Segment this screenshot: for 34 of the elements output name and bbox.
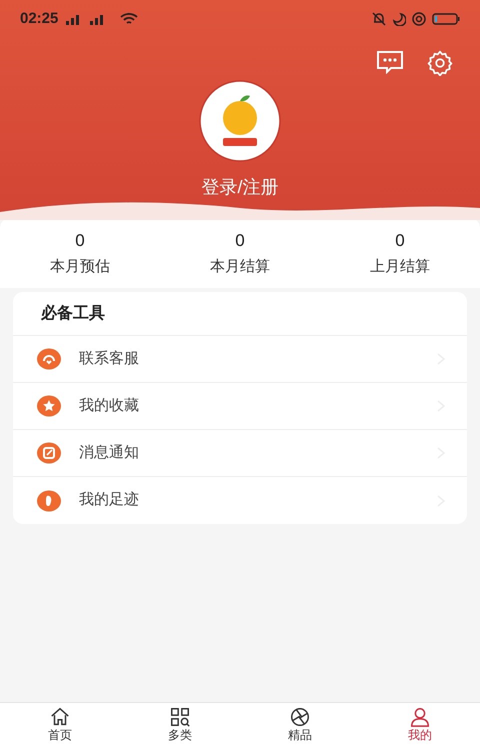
favorite-icon [35, 394, 63, 418]
tool-label: 联系客服 [79, 348, 140, 369]
tool-label: 我的收藏 [79, 396, 140, 416]
status-time: 02:25 [20, 8, 58, 29]
tool-list-item[interactable]: 我的收藏 [13, 383, 467, 430]
home-icon [49, 706, 71, 728]
stat-value: 0 [235, 230, 245, 252]
wifi-icon [120, 12, 138, 26]
profile-icon [409, 706, 431, 728]
battery-icon [432, 12, 460, 26]
tab-bar-item[interactable]: 我的 [360, 703, 480, 745]
tool-list-item[interactable]: 消息通知 [13, 430, 467, 477]
tab-bar-item[interactable]: 首页 [0, 703, 120, 745]
stat-label: 本月结算 [210, 256, 270, 276]
settings-icon[interactable] [426, 50, 454, 76]
moon-icon [392, 12, 406, 26]
featured-icon [289, 706, 311, 728]
stat-value: 0 [75, 230, 85, 252]
avatar-logo-icon[interactable] [199, 80, 281, 162]
stat-value: 0 [395, 230, 405, 252]
message-icon[interactable] [376, 50, 404, 74]
bell-off-icon [372, 12, 386, 26]
tool-list-item[interactable]: 联系客服 [13, 336, 467, 383]
tool-label: 我的足迹 [79, 490, 140, 510]
tools-title: 必备工具 [41, 303, 105, 324]
stat-label: 本月预估 [50, 256, 110, 276]
category-icon [169, 706, 191, 728]
stat-label: 上月结算 [370, 256, 430, 276]
login-register-link[interactable]: 登录/注册 [201, 174, 278, 201]
tab-bar-item[interactable]: 精品 [240, 703, 360, 745]
tool-label: 消息通知 [79, 442, 140, 463]
tool-list-item[interactable]: 我的足迹 [13, 477, 467, 524]
tab-bar-item[interactable]: 多类 [120, 703, 240, 745]
message-icon [35, 441, 63, 465]
